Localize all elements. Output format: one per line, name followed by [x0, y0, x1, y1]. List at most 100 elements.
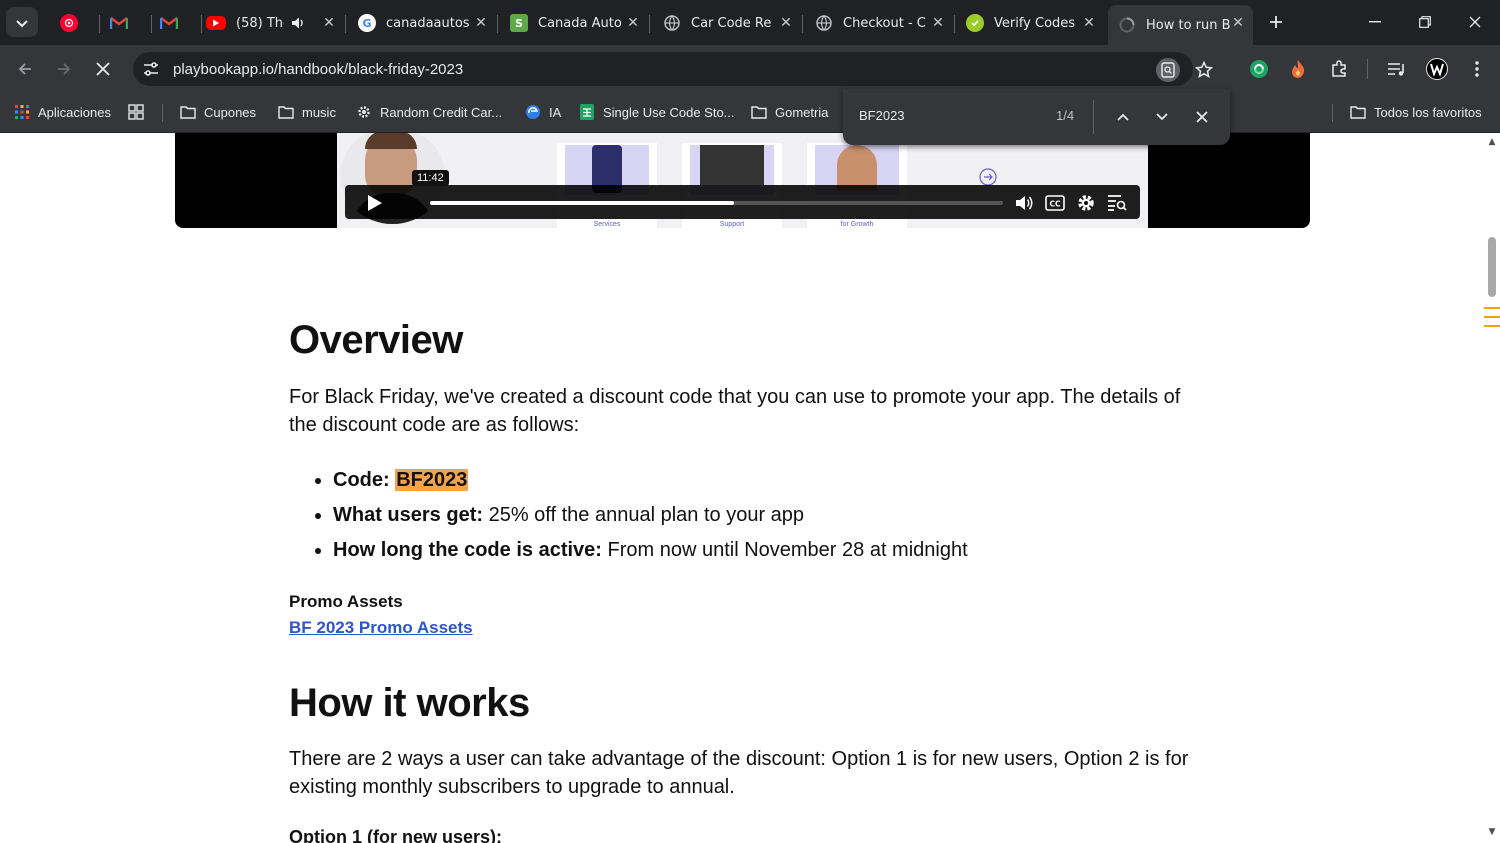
detail-value: From now until November 28 at midnight [607, 539, 968, 561]
gear-icon [356, 104, 372, 120]
close-tab-icon[interactable]: ✕ [929, 14, 947, 32]
find-next-button[interactable] [1150, 105, 1174, 129]
restore-button[interactable] [1410, 8, 1440, 36]
scrollbar-thumb[interactable] [1488, 237, 1496, 297]
site-settings-icon[interactable] [143, 61, 159, 77]
svg-text:CC: CC [1049, 200, 1061, 209]
thumbnail-caption: for Growth [840, 221, 874, 228]
tab-title: How to run B [1146, 17, 1231, 33]
bookmark-label: IA [549, 104, 562, 120]
bookmark-random-credit-card[interactable]: Random Credit Car... [356, 101, 502, 123]
bookmark-single-use-code[interactable]: Single Use Code Sto... [579, 101, 735, 123]
scroll-up-arrow-icon[interactable]: ▲ [1487, 137, 1497, 147]
find-divider [1093, 100, 1094, 134]
thumbnail-caption: Support [719, 221, 745, 228]
bookmark-ia[interactable]: IA [525, 101, 561, 123]
bookmark-folder-gometria[interactable]: Gometria [751, 101, 828, 123]
toolbar-divider [1367, 59, 1368, 79]
close-tab-icon[interactable]: ✕ [624, 14, 642, 32]
tab-youtube[interactable]: (58) The ✕ [196, 5, 346, 41]
bookmark-divider [162, 104, 163, 122]
close-window-button[interactable] [1460, 8, 1490, 36]
tab-groups-icon[interactable] [128, 101, 152, 123]
tab-active-how-to-run[interactable]: How to run B ✕ [1108, 5, 1253, 45]
video-player[interactable]: Services Support for Growth CC 11:42 [175, 133, 1310, 228]
tab-title: (58) The [236, 15, 284, 31]
bookmark-all-favorites[interactable]: Todos los favoritos [1350, 101, 1482, 123]
speaker-icon[interactable] [290, 15, 306, 35]
profile-avatar[interactable] [1425, 57, 1449, 81]
how-it-works-heading: How it works [289, 681, 530, 725]
page-viewport: Services Support for Growth CC 11:42 Ove… [0, 133, 1484, 843]
find-input[interactable]: BF2023 [859, 108, 905, 123]
tab-verify-codes[interactable]: Verify Codes ✕ [956, 5, 1104, 41]
back-button[interactable] [13, 57, 37, 81]
chevron-down-icon [16, 13, 28, 32]
close-tab-icon[interactable]: ✕ [320, 14, 338, 32]
tab-search-button[interactable] [6, 7, 38, 37]
folder-icon [180, 104, 196, 120]
tab-google-search[interactable]: G canadaautos ✕ [348, 5, 498, 41]
page-scrollbar[interactable]: ▲ ▼ [1484, 133, 1500, 843]
close-tab-icon[interactable]: ✕ [1229, 14, 1247, 32]
chapters-search-icon[interactable] [1106, 192, 1128, 214]
tab-gmail-2[interactable] [150, 5, 202, 41]
bookmark-label: Gometria [775, 104, 829, 120]
bookmark-apps[interactable]: Aplicaciones [14, 101, 111, 123]
find-previous-button[interactable] [1111, 105, 1135, 129]
gmail-icon [160, 14, 178, 32]
promo-assets-label: Promo Assets [289, 592, 403, 611]
bookmark-label: music [302, 104, 336, 120]
extension-green-icon[interactable] [1247, 57, 1271, 81]
detail-label: How long the code is active: [333, 539, 602, 561]
extension-fire-icon[interactable] [1286, 57, 1310, 81]
overview-paragraph: For Black Friday, we've created a discou… [289, 386, 1181, 436]
tab-car-code[interactable]: Car Code Re ✕ [653, 5, 803, 41]
close-tab-icon[interactable]: ✕ [472, 14, 490, 32]
bookmark-folder-cupones[interactable]: Cupones [180, 101, 256, 123]
folder-icon [278, 104, 294, 120]
closed-captions-icon[interactable]: CC [1044, 192, 1066, 214]
find-match-marker [1484, 325, 1500, 327]
detail-label: Code: [333, 469, 390, 491]
close-tab-icon[interactable]: ✕ [1080, 14, 1098, 32]
detail-value: 25% off the annual plan to your app [488, 504, 805, 526]
bookmark-label: Aplicaciones [38, 104, 111, 120]
tab-music[interactable] [50, 5, 100, 41]
bookmark-label: Single Use Code Sto... [603, 104, 735, 120]
minimize-button[interactable] [1360, 8, 1390, 36]
discount-details-list: Code: BF2023 What users get: 25% off the… [333, 463, 1193, 568]
new-tab-button[interactable] [1264, 10, 1288, 34]
find-in-page-icon[interactable] [1156, 58, 1180, 82]
globe-icon [815, 14, 833, 32]
forward-button[interactable] [52, 57, 76, 81]
volume-icon[interactable] [1013, 192, 1035, 214]
close-tab-icon[interactable]: ✕ [777, 14, 795, 32]
menu-kebab-icon[interactable] [1465, 57, 1489, 81]
stop-loading-button[interactable] [91, 57, 115, 81]
tab-gmail-1[interactable] [100, 5, 152, 41]
play-icon[interactable] [363, 193, 385, 213]
bookmark-star-icon[interactable] [1192, 58, 1216, 82]
find-close-button[interactable] [1190, 105, 1214, 129]
video-progress-bar[interactable] [430, 201, 1003, 205]
scroll-down-arrow-icon[interactable]: ▼ [1487, 827, 1497, 837]
tab-canada-auto[interactable]: S Canada Auto ✕ [500, 5, 650, 41]
bookmark-folder-music[interactable]: music [278, 101, 336, 123]
how-it-works-paragraph: There are 2 ways a user can take advanta… [289, 748, 1189, 798]
tab-checkout[interactable]: Checkout - C ✕ [805, 5, 955, 41]
bookmarks-bar: Aplicaciones Cupones music Random Credit… [0, 93, 1500, 133]
arrow-right-circle-icon [979, 168, 997, 186]
sheets-icon [579, 104, 595, 120]
extensions-puzzle-icon[interactable] [1327, 57, 1351, 81]
overview-heading: Overview [289, 318, 463, 362]
promo-assets-link[interactable]: BF 2023 Promo Assets [289, 618, 473, 638]
tab-title: Canada Auto [538, 15, 622, 31]
youtube-icon [206, 16, 226, 30]
address-bar[interactable]: playbookapp.io/handbook/black-friday-202… [133, 52, 1213, 86]
settings-gear-icon[interactable] [1075, 192, 1097, 214]
folder-icon [751, 104, 767, 120]
tab-title: canadaautos [386, 15, 470, 31]
media-control-icon[interactable] [1385, 57, 1409, 81]
google-icon: G [358, 14, 376, 32]
